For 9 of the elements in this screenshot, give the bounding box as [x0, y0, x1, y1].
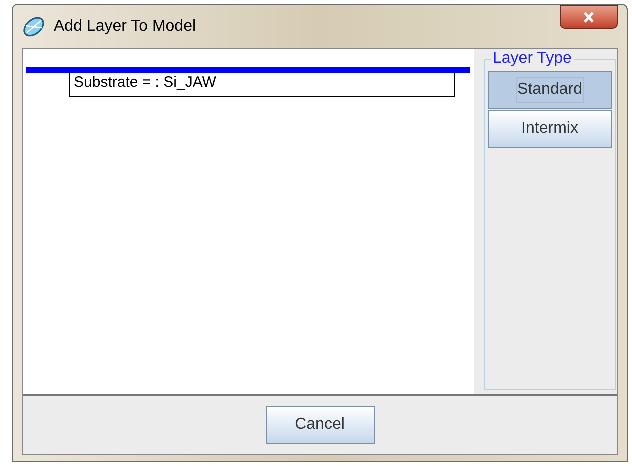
- layer-type-button[interactable]: Intermix: [488, 110, 612, 148]
- cancel-button[interactable]: Cancel: [266, 406, 374, 444]
- app-logo-icon: [22, 16, 46, 38]
- layer-type-button[interactable]: Standard: [488, 71, 612, 109]
- window-title: Add Layer To Model: [54, 16, 196, 36]
- group-title: Layer Type: [491, 49, 574, 69]
- close-button[interactable]: [560, 5, 618, 29]
- substrate-layer[interactable]: Substrate = : Si_JAW: [69, 73, 455, 97]
- close-icon: [583, 12, 595, 22]
